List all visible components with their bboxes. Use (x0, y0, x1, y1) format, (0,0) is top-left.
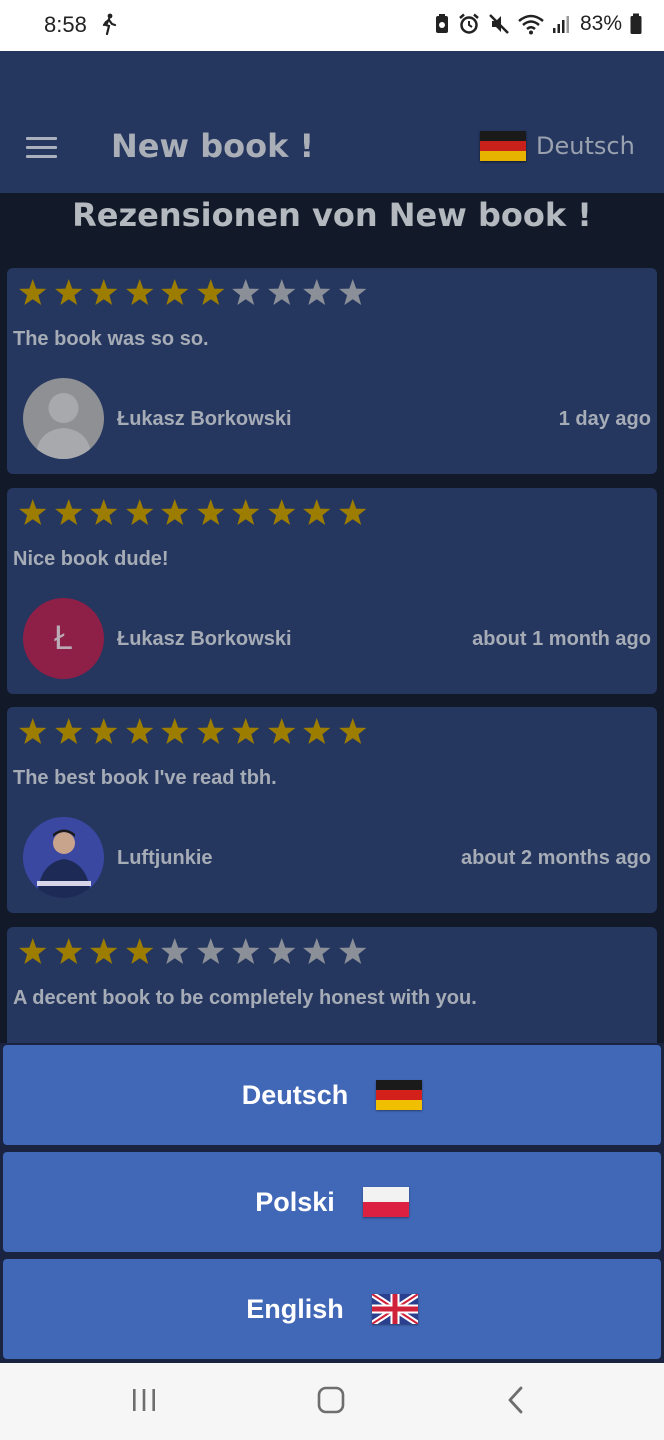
star-filled-icon (125, 718, 153, 744)
reviewer-name: Łukasz Borkowski (117, 628, 292, 650)
star-filled-icon (196, 279, 224, 305)
star-filled-icon (303, 718, 331, 744)
reviews-heading: Rezensionen von New book ! (72, 196, 592, 234)
star-filled-icon (90, 718, 118, 744)
mute-icon (489, 14, 509, 34)
star-empty-icon (161, 938, 189, 964)
star-filled-icon (232, 718, 260, 744)
star-filled-icon (267, 718, 295, 744)
review-text: Nice book dude! (13, 548, 169, 570)
wifi-icon (518, 14, 544, 35)
battery-saver-icon (435, 14, 448, 33)
star-filled-icon (196, 499, 224, 525)
signal-icon (552, 16, 569, 33)
star-filled-icon (125, 499, 153, 525)
star-rating (18, 937, 367, 966)
star-filled-icon (161, 499, 189, 525)
avatar: Ł (23, 598, 104, 679)
review-card: The best book I've read tbh. Luftjunkie … (7, 707, 657, 913)
battery-icon (630, 13, 642, 34)
reviewer-name: Łukasz Borkowski (117, 408, 292, 430)
profile-photo (23, 817, 104, 898)
star-filled-icon (90, 279, 118, 305)
star-empty-icon (232, 938, 260, 964)
back-icon[interactable] (505, 1385, 527, 1415)
review-text: A decent book to be completely honest wi… (13, 987, 477, 1009)
star-empty-icon (338, 279, 366, 305)
home-icon[interactable] (316, 1385, 346, 1415)
star-empty-icon (196, 938, 224, 964)
star-filled-icon (54, 279, 82, 305)
star-filled-icon (267, 499, 295, 525)
star-filled-icon (161, 279, 189, 305)
star-filled-icon (54, 938, 82, 964)
reviewer-name: Luftjunkie (117, 847, 213, 869)
battery-percentage: 83% (579, 12, 622, 35)
page-title: New book ! (111, 127, 315, 165)
star-filled-icon (19, 938, 47, 964)
current-language-label: Deutsch (536, 132, 635, 160)
language-option-polski[interactable]: Polski (3, 1152, 661, 1252)
status-bar: 8:58 83% (0, 0, 664, 51)
star-filled-icon (125, 938, 153, 964)
recent-apps-icon[interactable] (131, 1385, 157, 1415)
star-empty-icon (267, 938, 295, 964)
star-empty-icon (338, 938, 366, 964)
star-filled-icon (90, 938, 118, 964)
star-rating (18, 498, 367, 527)
star-filled-icon (232, 499, 260, 525)
star-filled-icon (161, 718, 189, 744)
review-date: about 1 month ago (472, 628, 651, 650)
navigation-bar (0, 1363, 664, 1440)
star-empty-icon (303, 279, 331, 305)
review-card: The book was so so. Łukasz Borkowski 1 d… (7, 268, 657, 474)
star-filled-icon (303, 499, 331, 525)
app-bar: New book ! Deutsch (0, 51, 664, 193)
status-time: 8:58 (44, 12, 87, 37)
language-option-label: English (246, 1293, 344, 1324)
star-filled-icon (54, 718, 82, 744)
star-filled-icon (125, 279, 153, 305)
star-filled-icon (19, 499, 47, 525)
alarm-icon (459, 13, 479, 34)
star-filled-icon (54, 499, 82, 525)
language-selection-sheet: Deutsch Polski English (0, 1043, 664, 1363)
star-filled-icon (19, 279, 47, 305)
review-text: The best book I've read tbh. (13, 767, 277, 789)
star-empty-icon (303, 938, 331, 964)
german-flag-icon (480, 131, 526, 161)
review-text: The book was so so. (13, 328, 209, 350)
polish-flag-icon (362, 1187, 409, 1217)
star-rating (18, 717, 367, 746)
language-option-label: Deutsch (241, 1079, 349, 1110)
language-option-label: Polski (255, 1186, 335, 1217)
star-filled-icon (19, 718, 47, 744)
review-date: 1 day ago (558, 408, 651, 430)
review-card: Nice book dude! Ł Łukasz Borkowski about… (7, 488, 657, 694)
star-filled-icon (90, 499, 118, 525)
star-filled-icon (196, 718, 224, 744)
language-selector[interactable]: Deutsch (480, 131, 635, 161)
status-icons: 83% (434, 12, 642, 36)
hamburger-menu-icon[interactable] (26, 137, 58, 161)
star-filled-icon (338, 499, 366, 525)
review-date: about 2 months ago (461, 847, 651, 869)
star-empty-icon (267, 279, 295, 305)
default-avatar-icon (23, 378, 104, 459)
german-flag-icon (376, 1080, 423, 1110)
language-option-deutsch[interactable]: Deutsch (3, 1045, 661, 1145)
star-rating (18, 278, 367, 307)
star-filled-icon (338, 718, 366, 744)
language-option-english[interactable]: English (3, 1259, 661, 1359)
uk-flag-icon (371, 1294, 418, 1324)
walking-icon (102, 13, 117, 35)
star-empty-icon (232, 279, 260, 305)
